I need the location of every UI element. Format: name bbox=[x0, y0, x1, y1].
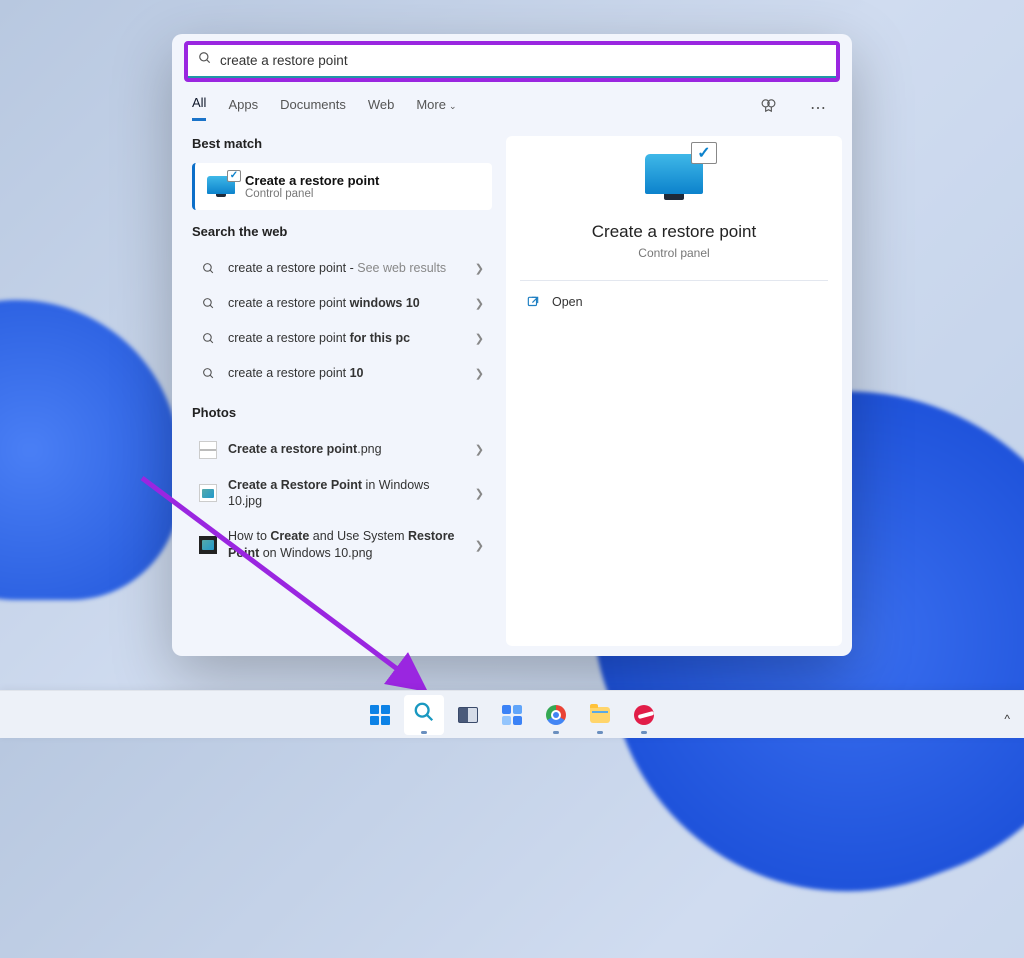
chrome-icon bbox=[546, 705, 566, 725]
ellipsis-icon: ⋯ bbox=[810, 98, 826, 118]
chevron-right-icon: ❯ bbox=[475, 367, 484, 380]
tab-more[interactable]: More⌄ bbox=[416, 97, 456, 120]
annotation-highlight-search bbox=[184, 41, 840, 82]
chevron-right-icon: ❯ bbox=[475, 539, 484, 552]
open-label: Open bbox=[552, 295, 583, 309]
image-thumbnail-icon bbox=[198, 484, 218, 502]
image-thumbnail-icon bbox=[198, 536, 218, 554]
taskbar-app-chrome[interactable] bbox=[536, 695, 576, 735]
preview-pane: ✓ Create a restore point Control panel O… bbox=[506, 136, 842, 646]
chevron-right-icon: ❯ bbox=[475, 262, 484, 275]
file-explorer-icon bbox=[590, 707, 610, 723]
taskbar-search-button[interactable] bbox=[404, 695, 444, 735]
section-header-photos: Photos bbox=[192, 405, 492, 420]
search-icon bbox=[198, 297, 218, 310]
result-label: Create a restore point.png bbox=[228, 441, 465, 458]
search-icon bbox=[198, 262, 218, 275]
taskbar-app-generic[interactable] bbox=[624, 695, 664, 735]
tab-documents[interactable]: Documents bbox=[280, 97, 346, 120]
result-label: create a restore point windows 10 bbox=[228, 295, 465, 312]
best-match-result[interactable]: ✓ Create a restore point Control panel bbox=[192, 163, 492, 210]
chevron-right-icon: ❯ bbox=[475, 332, 484, 345]
tab-apps[interactable]: Apps bbox=[228, 97, 258, 120]
section-header-web: Search the web bbox=[192, 224, 492, 239]
result-subtitle: Control panel bbox=[245, 188, 379, 200]
more-options-button[interactable]: ⋯ bbox=[804, 94, 832, 122]
widgets-icon bbox=[502, 705, 522, 725]
task-view-icon bbox=[458, 707, 478, 723]
web-result[interactable]: create a restore point for this pc ❯ bbox=[192, 321, 492, 356]
web-result[interactable]: create a restore point - See web results… bbox=[192, 251, 492, 286]
open-icon bbox=[526, 295, 540, 309]
windows-icon bbox=[370, 705, 390, 725]
photo-result[interactable]: Create a restore point.png ❯ bbox=[192, 432, 492, 468]
result-label: Create a Restore Point in Windows 10.jpg bbox=[228, 477, 465, 511]
result-title: Create a restore point bbox=[245, 173, 379, 188]
open-action[interactable]: Open bbox=[520, 287, 828, 317]
rewards-icon bbox=[760, 97, 777, 119]
task-view-button[interactable] bbox=[448, 695, 488, 735]
search-icon bbox=[198, 367, 218, 380]
start-button[interactable] bbox=[360, 695, 400, 735]
divider bbox=[520, 280, 828, 281]
chevron-right-icon: ❯ bbox=[475, 297, 484, 310]
search-icon bbox=[198, 51, 212, 70]
web-result[interactable]: create a restore point windows 10 ❯ bbox=[192, 286, 492, 321]
taskbar bbox=[0, 690, 1024, 738]
system-properties-icon: ✓ bbox=[645, 154, 703, 202]
rewards-button[interactable] bbox=[754, 94, 782, 122]
taskbar-app-explorer[interactable] bbox=[580, 695, 620, 735]
preview-title: Create a restore point bbox=[592, 222, 756, 242]
chevron-right-icon: ❯ bbox=[475, 487, 484, 500]
preview-subtitle: Control panel bbox=[638, 246, 709, 260]
search-input[interactable] bbox=[220, 53, 826, 68]
result-label: How to Create and Use System Restore Poi… bbox=[228, 528, 465, 562]
widgets-button[interactable] bbox=[492, 695, 532, 735]
results-list: Best match ✓ Create a restore point Cont… bbox=[192, 136, 492, 646]
tab-web[interactable]: Web bbox=[368, 97, 395, 120]
chevron-right-icon: ❯ bbox=[475, 443, 484, 456]
photo-result[interactable]: How to Create and Use System Restore Poi… bbox=[192, 519, 492, 571]
search-icon bbox=[413, 701, 435, 728]
result-label: create a restore point - See web results bbox=[228, 260, 465, 277]
result-label: create a restore point for this pc bbox=[228, 330, 465, 347]
section-header-best-match: Best match bbox=[192, 136, 492, 151]
search-bar[interactable] bbox=[188, 45, 836, 78]
tab-all[interactable]: All bbox=[192, 95, 206, 121]
result-label: create a restore point 10 bbox=[228, 365, 465, 382]
search-icon bbox=[198, 332, 218, 345]
image-thumbnail-icon bbox=[198, 441, 218, 459]
search-panel: All Apps Documents Web More⌄ ⋯ Best matc… bbox=[172, 34, 852, 656]
tray-chevron[interactable]: ^ bbox=[1004, 712, 1010, 726]
photo-result[interactable]: Create a Restore Point in Windows 10.jpg… bbox=[192, 468, 492, 520]
web-result[interactable]: create a restore point 10 ❯ bbox=[192, 356, 492, 391]
app-icon bbox=[634, 705, 654, 725]
system-properties-icon: ✓ bbox=[207, 176, 235, 198]
filter-tabs: All Apps Documents Web More⌄ ⋯ bbox=[172, 82, 852, 122]
